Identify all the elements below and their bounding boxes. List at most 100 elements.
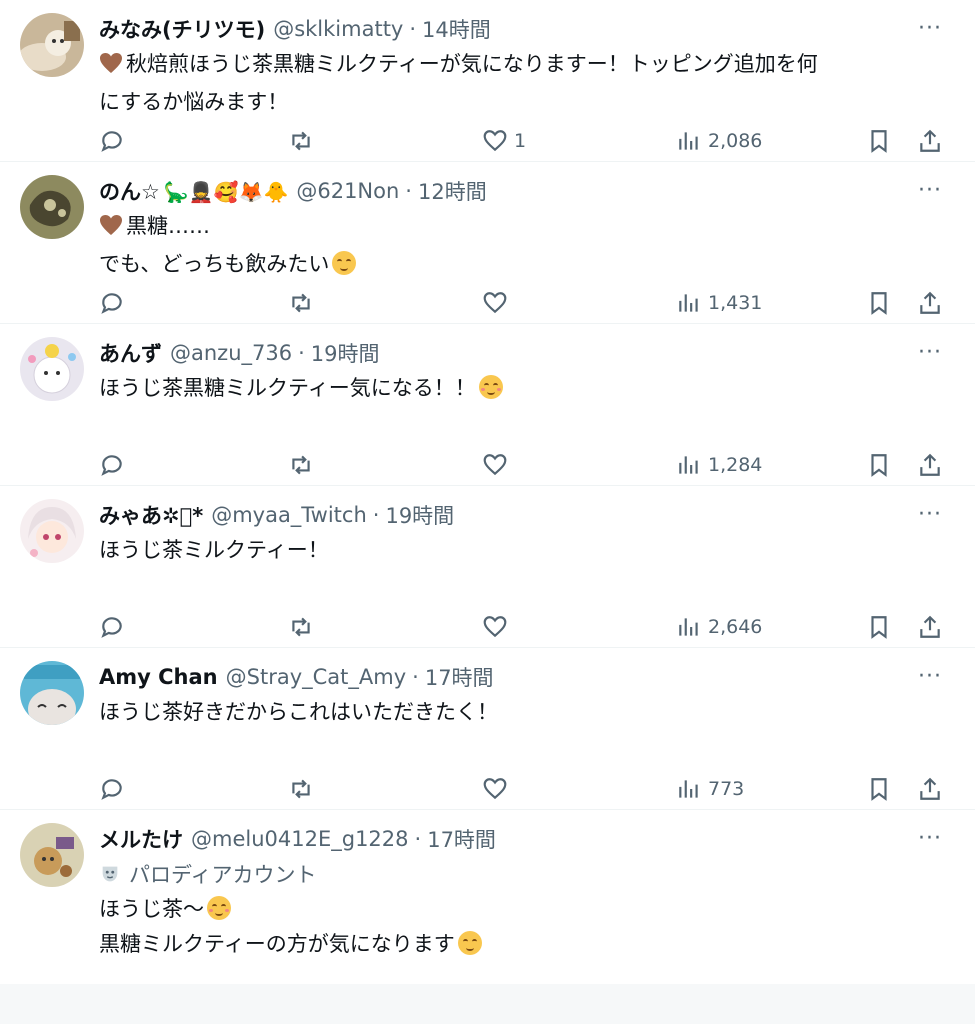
tweet-header: あんず @anzu_736 · 19時間 — [99, 337, 380, 369]
tweet-header: Amy Chan @Stray_Cat_Amy · 17時間 — [99, 661, 494, 693]
reply-button[interactable] — [99, 124, 125, 158]
views-icon — [679, 618, 698, 636]
tweet-text: ほうじ茶好きだからこれはいただきたく！ — [99, 700, 498, 724]
tweet[interactable]: のん☆ 🦕💂🥰🦊🐥 @621Non · 12時間 ··· 黒糖…… でも、どっちも… — [0, 162, 975, 324]
views-button[interactable]: 1,431 — [676, 286, 762, 320]
more-icon[interactable]: ··· — [914, 501, 946, 527]
like-icon — [483, 454, 507, 476]
parody-label: パロディアカウント — [99, 858, 317, 890]
avatar[interactable] — [20, 661, 84, 725]
like-icon — [483, 778, 507, 800]
retweet-button[interactable] — [288, 772, 314, 806]
smiling-face-icon — [478, 375, 503, 399]
tweet[interactable]: みなみ(チリツモ) @sklkimatty · 14時間 ··· 秋焙煎ほうじ茶… — [0, 0, 975, 162]
share-button[interactable] — [917, 448, 943, 482]
avatar[interactable] — [20, 337, 84, 401]
more-icon[interactable]: ··· — [914, 339, 946, 365]
display-name[interactable]: メルたけ — [99, 824, 183, 854]
avatar[interactable] — [20, 499, 84, 563]
display-name[interactable]: Amy Chan — [99, 665, 218, 689]
timestamp[interactable]: 19時間 — [311, 338, 380, 368]
tweet-header: みゃあ✲ﾟ* @myaa_Twitch · 19時間 — [99, 499, 454, 531]
display-name[interactable]: あんず — [99, 338, 162, 368]
like-icon — [483, 130, 507, 152]
views-button[interactable]: 773 — [676, 772, 744, 806]
like-button[interactable] — [482, 610, 514, 644]
views-icon — [679, 456, 698, 474]
tweet[interactable]: あんず @anzu_736 · 19時間 ··· ほうじ茶黒糖ミルクティー気にな… — [0, 324, 975, 486]
separator: · — [409, 17, 417, 41]
retweet-button[interactable] — [288, 286, 314, 320]
tweet[interactable]: メルたけ @melu0412E_g1228 · 17時間 ··· パロディアカウ… — [0, 810, 975, 970]
like-button[interactable] — [482, 448, 514, 482]
timestamp[interactable]: 12時間 — [418, 176, 487, 206]
reply-button[interactable] — [99, 610, 125, 644]
handle[interactable]: @621Non — [296, 179, 399, 203]
tweet-header: メルたけ @melu0412E_g1228 · 17時間 — [99, 823, 496, 855]
like-button[interactable] — [482, 286, 514, 320]
reply-feed: みなみ(チリツモ) @sklkimatty · 14時間 ··· 秋焙煎ほうじ茶… — [0, 0, 975, 970]
display-name[interactable]: みなみ(チリツモ) — [99, 14, 265, 44]
bottom-overlay — [0, 984, 975, 1024]
tweet-header: みなみ(チリツモ) @sklkimatty · 14時間 — [99, 13, 491, 45]
retweet-icon — [292, 455, 310, 475]
bookmark-button[interactable] — [866, 286, 892, 320]
display-name[interactable]: みゃあ✲ﾟ* — [99, 500, 203, 530]
reply-button[interactable] — [99, 286, 125, 320]
separator: · — [414, 827, 422, 851]
timestamp[interactable]: 14時間 — [422, 14, 491, 44]
tweet-text: ほうじ茶黒糖ミルクティー気になる！！ — [99, 371, 949, 406]
view-count: 1,431 — [708, 292, 763, 314]
more-icon[interactable]: ··· — [914, 663, 946, 689]
bookmark-button[interactable] — [866, 772, 892, 806]
bookmark-icon — [871, 292, 887, 315]
timestamp[interactable]: 17時間 — [425, 662, 494, 692]
more-icon[interactable]: ··· — [914, 825, 946, 851]
share-button[interactable] — [917, 772, 943, 806]
reply-icon — [101, 617, 122, 638]
retweet-button[interactable] — [288, 448, 314, 482]
tweet-actions: 1,431 — [99, 286, 949, 320]
reply-button[interactable] — [99, 448, 125, 482]
bookmark-button[interactable] — [866, 124, 892, 158]
avatar[interactable] — [20, 175, 84, 239]
retweet-button[interactable] — [288, 124, 314, 158]
reply-icon — [101, 131, 122, 152]
handle[interactable]: @sklkimatty — [273, 17, 403, 41]
more-icon[interactable]: ··· — [914, 15, 946, 41]
share-button[interactable] — [917, 124, 943, 158]
separator: · — [412, 665, 419, 689]
tweet-text: ほうじ茶〜 黒糖ミルクティーの方が気になります — [99, 892, 949, 962]
views-button[interactable]: 2,086 — [676, 124, 762, 158]
display-name[interactable]: のん☆ 🦕💂🥰🦊🐥 — [99, 176, 288, 206]
handle[interactable]: @Stray_Cat_Amy — [226, 665, 407, 689]
handle[interactable]: @myaa_Twitch — [211, 503, 367, 527]
like-button[interactable]: 1 — [482, 124, 526, 158]
drooling-face-icon — [332, 251, 357, 275]
handle[interactable]: @anzu_736 — [170, 341, 292, 365]
handle[interactable]: @melu0412E_g1228 — [191, 827, 409, 851]
tweet[interactable]: Amy Chan @Stray_Cat_Amy · 17時間 ··· ほうじ茶好… — [0, 648, 975, 810]
tweet[interactable]: みゃあ✲ﾟ* @myaa_Twitch · 19時間 ··· ほうじ茶ミルクティ… — [0, 486, 975, 648]
tweet-header: のん☆ 🦕💂🥰🦊🐥 @621Non · 12時間 — [99, 175, 487, 207]
views-button[interactable]: 2,646 — [676, 610, 762, 644]
avatar[interactable] — [20, 13, 84, 77]
avatar[interactable] — [20, 823, 84, 887]
retweet-icon — [292, 779, 310, 799]
like-button[interactable] — [482, 772, 514, 806]
share-button[interactable] — [917, 610, 943, 644]
like-icon — [483, 292, 507, 314]
retweet-button[interactable] — [288, 610, 314, 644]
reply-icon — [101, 779, 122, 800]
more-icon[interactable]: ··· — [914, 177, 946, 203]
timestamp[interactable]: 19時間 — [385, 500, 454, 530]
share-button[interactable] — [917, 286, 943, 320]
share-icon — [920, 615, 940, 638]
view-count: 773 — [708, 778, 745, 800]
bookmark-button[interactable] — [866, 610, 892, 644]
reply-button[interactable] — [99, 772, 125, 806]
views-button[interactable]: 1,284 — [676, 448, 762, 482]
bookmark-button[interactable] — [866, 448, 892, 482]
timestamp[interactable]: 17時間 — [427, 824, 496, 854]
separator: · — [372, 503, 380, 527]
